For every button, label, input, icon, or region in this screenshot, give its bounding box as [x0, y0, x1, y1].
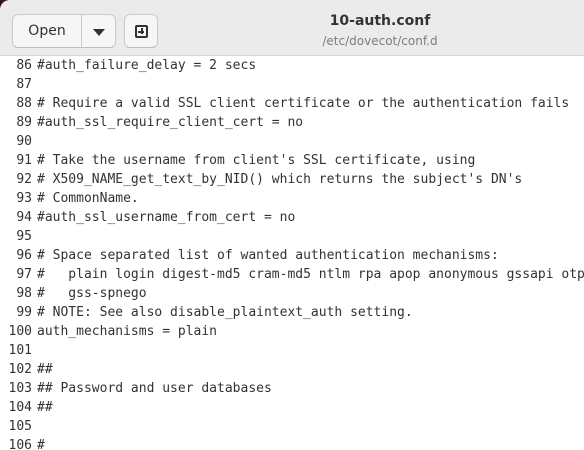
line-text[interactable]: #auth_ssl_username_from_cert = no: [37, 208, 295, 227]
code-line[interactable]: 101: [0, 341, 584, 360]
line-number: 97: [16, 267, 32, 282]
code-line[interactable]: 87: [0, 75, 584, 94]
open-recent-dropdown-button[interactable]: [81, 14, 116, 48]
code-line[interactable]: 94 #auth_ssl_username_from_cert = no: [0, 208, 584, 227]
code-line[interactable]: 99 # NOTE: See also disable_plaintext_aut…: [0, 303, 584, 322]
gedit-window: Open 10-auth.conf /etc/dovecot/conf.d 86…: [0, 0, 584, 450]
line-number: 104: [8, 400, 32, 415]
code-line[interactable]: 93 # CommonName.: [0, 189, 584, 208]
window-subtitle-path: /etc/dovecot/conf.d: [322, 34, 438, 48]
line-text[interactable]: #auth_ssl_require_client_cert = no: [37, 113, 303, 132]
header-bar: Open 10-auth.conf /etc/dovecot/conf.d: [0, 0, 584, 56]
line-text[interactable]: # Require a valid SSL client certificate…: [37, 94, 569, 113]
code-line[interactable]: 102 ##: [0, 360, 584, 379]
line-number: 92: [16, 172, 32, 187]
line-text[interactable]: # NOTE: See also disable_plaintext_auth …: [37, 303, 413, 322]
code-line[interactable]: 88 # Require a valid SSL client certifica…: [0, 94, 584, 113]
code-line[interactable]: 90: [0, 132, 584, 151]
chevron-down-icon: [92, 28, 105, 36]
code-line[interactable]: 89 #auth_ssl_require_client_cert = no: [0, 113, 584, 132]
line-number: 90: [16, 134, 32, 149]
code-line[interactable]: 104 ##: [0, 398, 584, 417]
code-line[interactable]: 103 ## Password and user databases: [0, 379, 584, 398]
code-line[interactable]: 92 # X509_NAME_get_text_by_NID() which re…: [0, 170, 584, 189]
line-number: 98: [16, 286, 32, 301]
line-number: 89: [16, 115, 32, 130]
line-text[interactable]: # Take the username from client's SSL ce…: [37, 151, 475, 170]
line-number: 99: [16, 305, 32, 320]
line-number: 93: [16, 191, 32, 206]
line-text[interactable]: # X509_NAME_get_text_by_NID() which retu…: [37, 170, 522, 189]
line-text[interactable]: # gss-spnego: [37, 284, 147, 303]
line-text[interactable]: ##: [37, 360, 53, 379]
line-number: 102: [8, 362, 32, 377]
line-text[interactable]: auth_mechanisms = plain: [37, 322, 217, 341]
code-line[interactable]: 105: [0, 417, 584, 436]
line-number: 94: [16, 210, 32, 225]
new-document-button[interactable]: [124, 14, 158, 48]
line-text[interactable]: # CommonName.: [37, 189, 139, 208]
code-line[interactable]: 106 #: [0, 436, 584, 450]
code-line[interactable]: 95: [0, 227, 584, 246]
code-line[interactable]: 96 # Space separated list of wanted authe…: [0, 246, 584, 265]
code-line[interactable]: 98 # gss-spnego: [0, 284, 584, 303]
line-text[interactable]: # Space separated list of wanted authent…: [37, 246, 499, 265]
line-text[interactable]: #auth_failure_delay = 2 secs: [37, 56, 256, 75]
line-number: 88: [16, 96, 32, 111]
line-number: 105: [8, 419, 32, 434]
line-number: 91: [16, 153, 32, 168]
code-line[interactable]: 91 # Take the username from client's SSL …: [0, 151, 584, 170]
open-button[interactable]: Open: [12, 14, 82, 48]
code-line[interactable]: 100 auth_mechanisms = plain: [0, 322, 584, 341]
line-text[interactable]: #: [37, 436, 45, 450]
line-text[interactable]: ##: [37, 398, 53, 417]
line-number: 95: [16, 229, 32, 244]
line-text[interactable]: # plain login digest-md5 cram-md5 ntlm r…: [37, 265, 584, 284]
window-title: 10-auth.conf: [329, 13, 431, 29]
new-tab-plus-icon: [134, 24, 148, 38]
open-button-label: Open: [28, 23, 66, 39]
line-number: 100: [8, 324, 32, 339]
code-line[interactable]: 97 # plain login digest-md5 cram-md5 ntlm…: [0, 265, 584, 284]
line-number: 101: [8, 343, 32, 358]
line-number: 106: [8, 438, 32, 450]
line-number: 86: [16, 58, 32, 73]
line-number: 103: [8, 381, 32, 396]
line-number: 96: [16, 248, 32, 263]
line-number: 87: [16, 77, 32, 92]
line-text[interactable]: ## Password and user databases: [37, 379, 272, 398]
code-line[interactable]: 86 #auth_failure_delay = 2 secs: [0, 56, 584, 75]
text-editor-area[interactable]: 86 #auth_failure_delay = 2 secs 87 88 # Requ…: [0, 56, 584, 450]
